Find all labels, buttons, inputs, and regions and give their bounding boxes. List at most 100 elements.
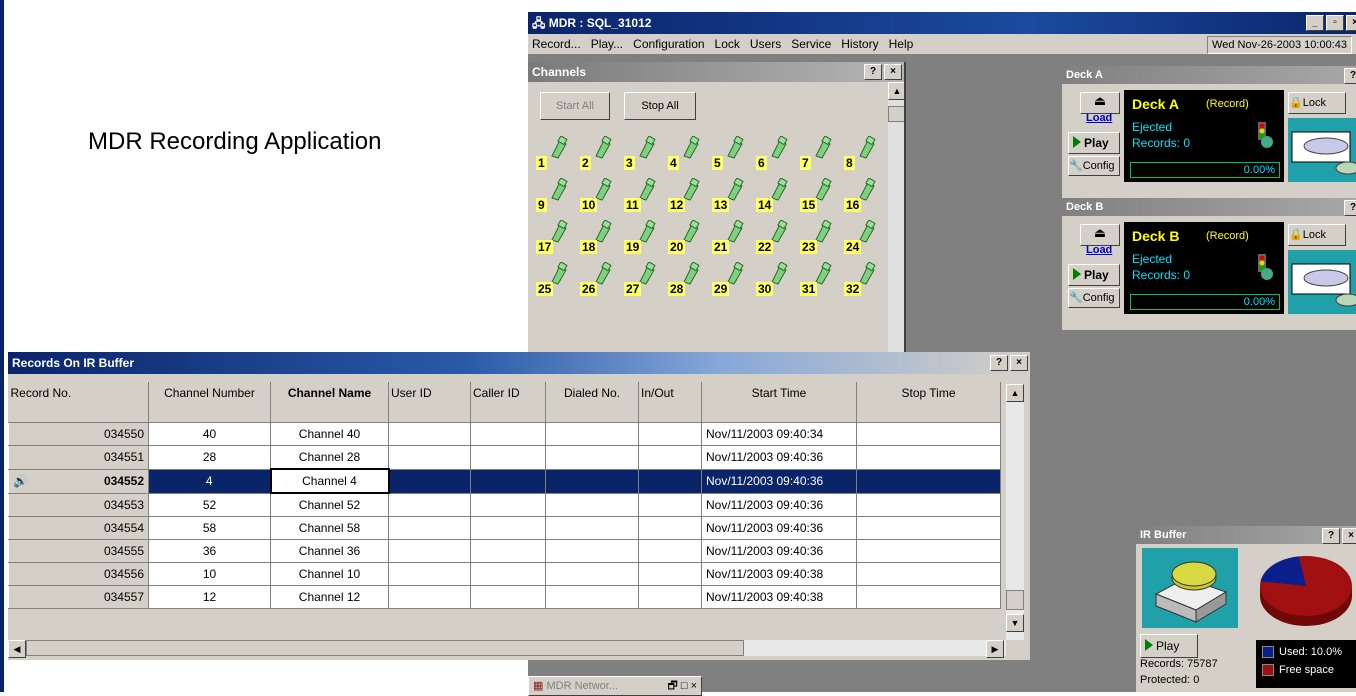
col-user-id[interactable]: User ID xyxy=(388,382,471,423)
load-link[interactable]: Load xyxy=(1086,244,1112,256)
records-horizontal-scrollbar[interactable]: ◀ ▶ xyxy=(8,640,1006,658)
start-all-button[interactable]: Start All xyxy=(540,92,610,120)
channel-32[interactable]: 32 xyxy=(844,260,888,302)
traffic-light-icon xyxy=(1258,254,1273,280)
channel-31[interactable]: 31 xyxy=(800,260,844,302)
cell-start-time: Nov/11/2003 09:40:34 xyxy=(701,422,857,446)
help-icon[interactable]: ? xyxy=(990,355,1008,371)
table-row[interactable]: 034557 12 Channel 12 Nov/11/2003 09:40:38 xyxy=(8,585,1001,609)
channel-14[interactable]: 14 xyxy=(756,176,800,218)
minimize-icon[interactable]: _ xyxy=(1306,15,1324,31)
col-dialed-no[interactable]: Dialed No. xyxy=(545,382,639,423)
records-vertical-scrollbar[interactable]: ▲ ▼ xyxy=(1006,384,1024,640)
col-channel-number[interactable]: Channel Number xyxy=(148,382,271,423)
col-channel-name[interactable]: Channel Name xyxy=(270,382,389,423)
load-link[interactable]: Load xyxy=(1086,112,1112,124)
help-icon[interactable]: ? xyxy=(1344,68,1356,84)
channel-12[interactable]: 12 xyxy=(668,176,712,218)
cell-start-time: Nov/11/2003 09:40:38 xyxy=(701,562,857,586)
menu-play[interactable]: Play... xyxy=(587,37,629,51)
channel-22[interactable]: 22 xyxy=(756,218,800,260)
channel-11[interactable]: 11 xyxy=(624,176,668,218)
scroll-thumb[interactable] xyxy=(1006,590,1024,610)
channels-scrollbar[interactable]: ▲ xyxy=(888,82,904,352)
table-row[interactable]: 🔊 034552 4 Channel 4 Nov/11/2003 09:40:36 xyxy=(8,468,1001,494)
help-icon[interactable]: ? xyxy=(864,64,882,80)
close-icon[interactable]: × xyxy=(1346,15,1356,31)
col-stop-time[interactable]: Stop Time xyxy=(856,382,1001,423)
channel-21[interactable]: 21 xyxy=(712,218,756,260)
deck-a-play-button[interactable]: Play xyxy=(1068,132,1120,154)
channel-9[interactable]: 9 xyxy=(536,176,580,218)
channel-3[interactable]: 3 xyxy=(624,134,668,176)
channel-24[interactable]: 24 xyxy=(844,218,888,260)
channel-4[interactable]: 4 xyxy=(668,134,712,176)
channel-6[interactable]: 6 xyxy=(756,134,800,176)
channel-2[interactable]: 2 xyxy=(580,134,624,176)
menu-users[interactable]: Users xyxy=(746,37,787,51)
menu-lock[interactable]: Lock xyxy=(711,37,746,51)
eject-button[interactable]: ⏏ xyxy=(1080,224,1120,246)
help-icon[interactable]: ? xyxy=(1344,200,1356,216)
channel-15[interactable]: 15 xyxy=(800,176,844,218)
table-row[interactable]: 034554 58 Channel 58 Nov/11/2003 09:40:36 xyxy=(8,516,1001,540)
menu-service[interactable]: Service xyxy=(787,37,837,51)
channel-number: 31 xyxy=(800,282,818,296)
menu-record[interactable]: Record... xyxy=(528,37,587,51)
close-icon[interactable]: × xyxy=(1342,528,1356,544)
channel-30[interactable]: 30 xyxy=(756,260,800,302)
channel-18[interactable]: 18 xyxy=(580,218,624,260)
mdr-network-window-button[interactable]: ▦ MDR Networ... 🗗 □ × xyxy=(528,676,702,696)
menu-help[interactable]: Help xyxy=(885,37,920,51)
scroll-right-icon[interactable]: ▶ xyxy=(986,640,1004,658)
channel-number: 19 xyxy=(624,240,642,254)
deck-b-play-button[interactable]: Play xyxy=(1068,264,1120,286)
col-start-time[interactable]: Start Time xyxy=(701,382,857,423)
channel-13[interactable]: 13 xyxy=(712,176,756,218)
table-row[interactable]: 034553 52 Channel 52 Nov/11/2003 09:40:36 xyxy=(8,492,1001,517)
channel-27[interactable]: 27 xyxy=(624,260,668,302)
channel-7[interactable]: 7 xyxy=(800,134,844,176)
channel-number: 22 xyxy=(756,240,774,254)
deck-b-config-button[interactable]: 🔧Config xyxy=(1068,288,1120,308)
restore-icon[interactable]: ▫ xyxy=(1326,15,1344,31)
menu-configuration[interactable]: Configuration xyxy=(629,37,710,51)
scroll-down-icon[interactable]: ▼ xyxy=(1006,614,1024,632)
channel-1[interactable]: 1 xyxy=(536,134,580,176)
col-in-out[interactable]: In/Out xyxy=(638,382,702,423)
channel-25[interactable]: 25 xyxy=(536,260,580,302)
close-icon[interactable]: × xyxy=(1010,355,1028,371)
scroll-thumb[interactable] xyxy=(26,640,744,656)
close-icon[interactable]: × xyxy=(884,64,902,80)
channel-23[interactable]: 23 xyxy=(800,218,844,260)
channel-8[interactable]: 8 xyxy=(844,134,888,176)
window-controls-icon[interactable]: 🗗 □ × xyxy=(667,677,697,695)
channel-26[interactable]: 26 xyxy=(580,260,624,302)
help-icon[interactable]: ? xyxy=(1322,528,1340,544)
channel-17[interactable]: 17 xyxy=(536,218,580,260)
eject-button[interactable]: ⏏ xyxy=(1080,92,1120,114)
table-row[interactable]: 034550 40 Channel 40 Nov/11/2003 09:40:34 xyxy=(8,422,1001,446)
channel-29[interactable]: 29 xyxy=(712,260,756,302)
deck-b-lock-button[interactable]: 🔒Lock xyxy=(1288,224,1346,246)
channel-20[interactable]: 20 xyxy=(668,218,712,260)
channel-28[interactable]: 28 xyxy=(668,260,712,302)
channel-10[interactable]: 10 xyxy=(580,176,624,218)
deck-a-lock-button[interactable]: 🔒Lock xyxy=(1288,92,1346,114)
ir-play-button[interactable]: Play xyxy=(1140,634,1198,658)
scroll-up-icon[interactable]: ▲ xyxy=(888,82,904,100)
channel-5[interactable]: 5 xyxy=(712,134,756,176)
channel-16[interactable]: 16 xyxy=(844,176,888,218)
scroll-left-icon[interactable]: ◀ xyxy=(8,640,26,658)
channel-19[interactable]: 19 xyxy=(624,218,668,260)
col-record-no[interactable]: Record No. xyxy=(8,382,149,423)
table-row[interactable]: 034556 10 Channel 10 Nov/11/2003 09:40:38 xyxy=(8,562,1001,586)
deck-a-config-button[interactable]: 🔧Config xyxy=(1068,156,1120,176)
col-caller-id[interactable]: Caller ID xyxy=(470,382,546,423)
table-row[interactable]: 034551 28 Channel 28 Nov/11/2003 09:40:36 xyxy=(8,445,1001,470)
menu-history[interactable]: History xyxy=(837,37,884,51)
scroll-thumb[interactable] xyxy=(888,106,904,122)
stop-all-button[interactable]: Stop All xyxy=(624,92,696,120)
scroll-up-icon[interactable]: ▲ xyxy=(1006,384,1024,402)
table-row[interactable]: 034555 36 Channel 36 Nov/11/2003 09:40:36 xyxy=(8,539,1001,563)
